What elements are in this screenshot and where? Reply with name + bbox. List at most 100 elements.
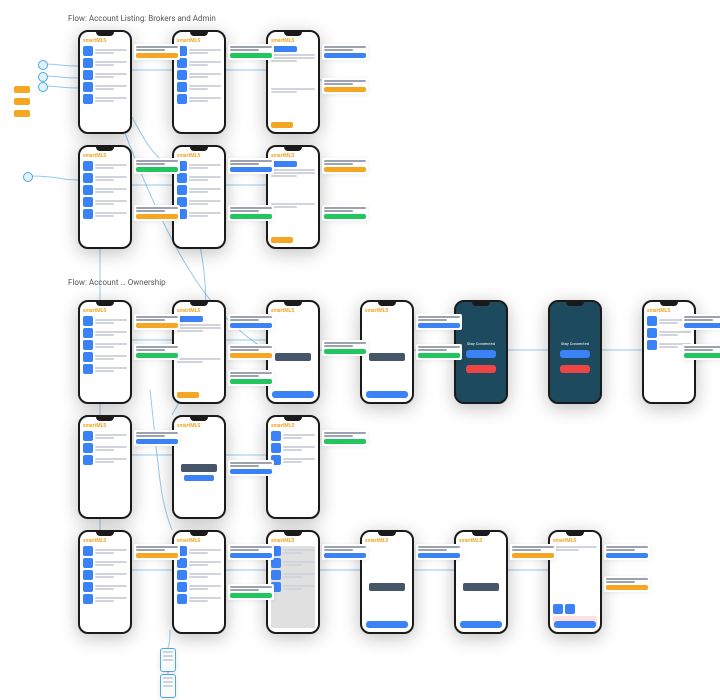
flow-entry-tag[interactable]	[14, 98, 30, 105]
list-item[interactable]	[177, 46, 221, 56]
list-item[interactable]	[177, 558, 221, 568]
list-item[interactable]	[271, 582, 315, 592]
submit-button[interactable]	[366, 621, 408, 628]
phone-frame-p2[interactable]: smartMLS	[172, 30, 226, 134]
list-item[interactable]	[83, 161, 127, 171]
list-item[interactable]	[83, 316, 127, 326]
phone-frame-p21[interactable]: smartMLS	[454, 530, 508, 634]
annotation-action-button[interactable]	[418, 353, 460, 358]
annotation-card[interactable]	[604, 576, 650, 592]
phone-frame-p8[interactable]: smartMLS	[172, 300, 226, 404]
annotation-card[interactable]	[228, 314, 274, 330]
mini-frame[interactable]	[160, 648, 176, 672]
annotation-card[interactable]	[322, 78, 368, 94]
annotation-action-button[interactable]	[684, 353, 720, 358]
connector-node-icon[interactable]	[23, 172, 33, 182]
list-item[interactable]	[83, 582, 127, 592]
annotation-card[interactable]	[322, 44, 368, 60]
list-item[interactable]	[177, 594, 221, 604]
annotation-card[interactable]	[134, 158, 180, 174]
submit-button[interactable]	[554, 621, 596, 628]
annotation-action-button[interactable]	[230, 214, 272, 219]
phone-frame-p5[interactable]: smartMLS	[172, 145, 226, 249]
modal-input[interactable]	[181, 464, 216, 472]
annotation-card[interactable]	[228, 544, 274, 560]
annotation-card[interactable]	[416, 314, 462, 330]
annotation-card[interactable]	[134, 344, 180, 360]
list-item[interactable]	[83, 185, 127, 195]
phone-frame-p6[interactable]: smartMLS	[266, 145, 320, 249]
flow-entry-tag[interactable]	[14, 110, 30, 117]
phone-frame-p10[interactable]: smartMLS	[360, 300, 414, 404]
submit-button[interactable]	[272, 391, 314, 398]
annotation-action-button[interactable]	[230, 167, 272, 172]
submit-button[interactable]	[366, 391, 408, 398]
deny-button[interactable]	[466, 365, 497, 373]
phone-frame-p11[interactable]: Stay Connected	[454, 300, 508, 404]
annotation-action-button[interactable]	[606, 585, 648, 590]
annotation-card[interactable]	[228, 370, 274, 386]
annotation-card[interactable]	[322, 158, 368, 174]
phone-frame-p4[interactable]: smartMLS	[78, 145, 132, 249]
annotation-action-button[interactable]	[230, 323, 272, 328]
annotation-action-button[interactable]	[230, 379, 272, 384]
annotation-card[interactable]	[134, 205, 180, 221]
list-item[interactable]	[83, 173, 127, 183]
list-item[interactable]	[83, 455, 127, 465]
annotation-action-button[interactable]	[230, 53, 272, 58]
connector-node-icon[interactable]	[38, 72, 48, 82]
connector-node-icon[interactable]	[38, 60, 48, 70]
phone-frame-p18[interactable]: smartMLS	[172, 530, 226, 634]
primary-button[interactable]	[271, 46, 297, 52]
list-item[interactable]	[177, 70, 221, 80]
list-item[interactable]	[83, 209, 127, 219]
annotation-card[interactable]	[322, 544, 368, 560]
list-item[interactable]	[83, 364, 127, 374]
list-item[interactable]	[83, 82, 127, 92]
list-item[interactable]	[177, 58, 221, 68]
annotation-action-button[interactable]	[230, 553, 272, 558]
annotation-card[interactable]	[228, 205, 274, 221]
list-item[interactable]	[83, 546, 127, 556]
allow-button[interactable]	[560, 350, 591, 358]
annotation-card[interactable]	[682, 314, 720, 330]
list-item[interactable]	[83, 431, 127, 441]
annotation-card[interactable]	[228, 584, 274, 600]
flow-entry-tag[interactable]	[14, 86, 30, 93]
list-item[interactable]	[83, 46, 127, 56]
annotation-action-button[interactable]	[136, 167, 178, 172]
annotation-action-button[interactable]	[136, 214, 178, 219]
annotation-card[interactable]	[604, 544, 650, 560]
annotation-action-button[interactable]	[324, 214, 366, 219]
annotation-action-button[interactable]	[418, 553, 460, 558]
annotation-action-button[interactable]	[324, 53, 366, 58]
phone-frame-p12[interactable]: Stay Connected	[548, 300, 602, 404]
annotation-action-button[interactable]	[136, 323, 178, 328]
annotation-card[interactable]	[134, 544, 180, 560]
list-item[interactable]	[271, 558, 315, 568]
annotation-card[interactable]	[682, 344, 720, 360]
submit-button[interactable]	[460, 621, 502, 628]
list-item[interactable]	[177, 570, 221, 580]
list-item[interactable]	[83, 328, 127, 338]
annotation-action-button[interactable]	[324, 87, 366, 92]
list-item[interactable]	[83, 570, 127, 580]
list-item[interactable]	[271, 443, 315, 453]
annotation-action-button[interactable]	[230, 593, 272, 598]
list-item[interactable]	[177, 546, 221, 556]
annotation-action-button[interactable]	[324, 167, 366, 172]
modal-input[interactable]	[369, 583, 404, 591]
primary-button[interactable]	[271, 161, 297, 167]
annotation-action-button[interactable]	[684, 323, 720, 328]
list-item[interactable]	[83, 58, 127, 68]
annotation-action-button[interactable]	[606, 553, 648, 558]
list-item[interactable]	[271, 431, 315, 441]
annotation-card[interactable]	[322, 205, 368, 221]
annotation-action-button[interactable]	[230, 353, 272, 358]
connector-node-icon[interactable]	[38, 82, 48, 92]
list-item[interactable]	[83, 558, 127, 568]
annotation-card[interactable]	[416, 544, 462, 560]
annotation-action-button[interactable]	[136, 53, 178, 58]
phone-frame-p7[interactable]: smartMLS	[78, 300, 132, 404]
list-item[interactable]	[83, 70, 127, 80]
